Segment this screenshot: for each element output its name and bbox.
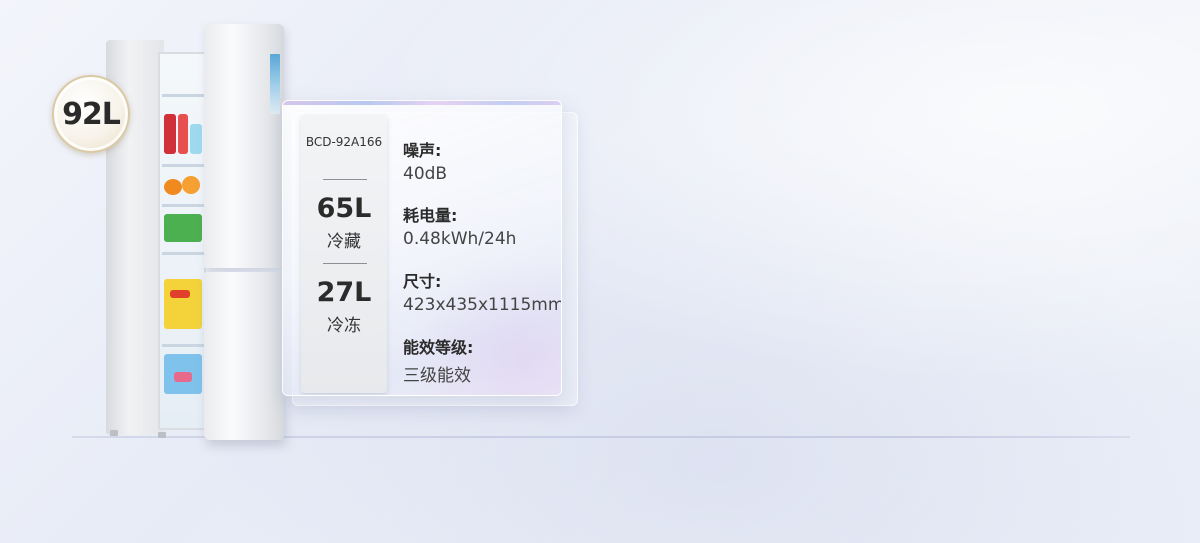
model-number: BCD-92A166: [305, 135, 383, 149]
capacity-badge: 92L: [52, 75, 130, 153]
freezer-volume-label: 冷冻: [327, 316, 361, 336]
spec-value-power: 0.48kWh/24h: [403, 229, 517, 249]
spec-value-noise: 40dB: [403, 164, 448, 184]
energy-label-sticker: [270, 54, 280, 114]
spec-value-size: 423x435x1115mm: [403, 295, 562, 315]
spec-label-noise: 噪声:: [403, 141, 442, 160]
separator-line: [323, 179, 367, 180]
capacity-badge-text: 92L: [62, 96, 121, 132]
separator-line: [323, 263, 367, 264]
fridge-volume: 65L: [316, 193, 372, 224]
capacity-column: BCD-92A166 65L 冷藏 27L 冷冻: [301, 115, 387, 393]
spec-label-power: 耗电量:: [403, 206, 458, 225]
card-top-strip: [283, 101, 561, 105]
refrigerator-image: [100, 22, 290, 447]
fridge-volume-label: 冷藏: [327, 232, 361, 252]
spec-label-energy-class: 能效等级:: [403, 338, 474, 357]
fridge-interior: [158, 52, 206, 430]
spec-card: BCD-92A166 65L 冷藏 27L 冷冻 噪声: 40dB 耗电量: 0…: [282, 100, 562, 396]
spec-label-size: 尺寸:: [403, 272, 442, 291]
freezer-volume: 27L: [316, 277, 372, 308]
spec-value-energy-class: 三级能效: [403, 366, 471, 386]
fridge-door-bottom: [204, 272, 284, 440]
